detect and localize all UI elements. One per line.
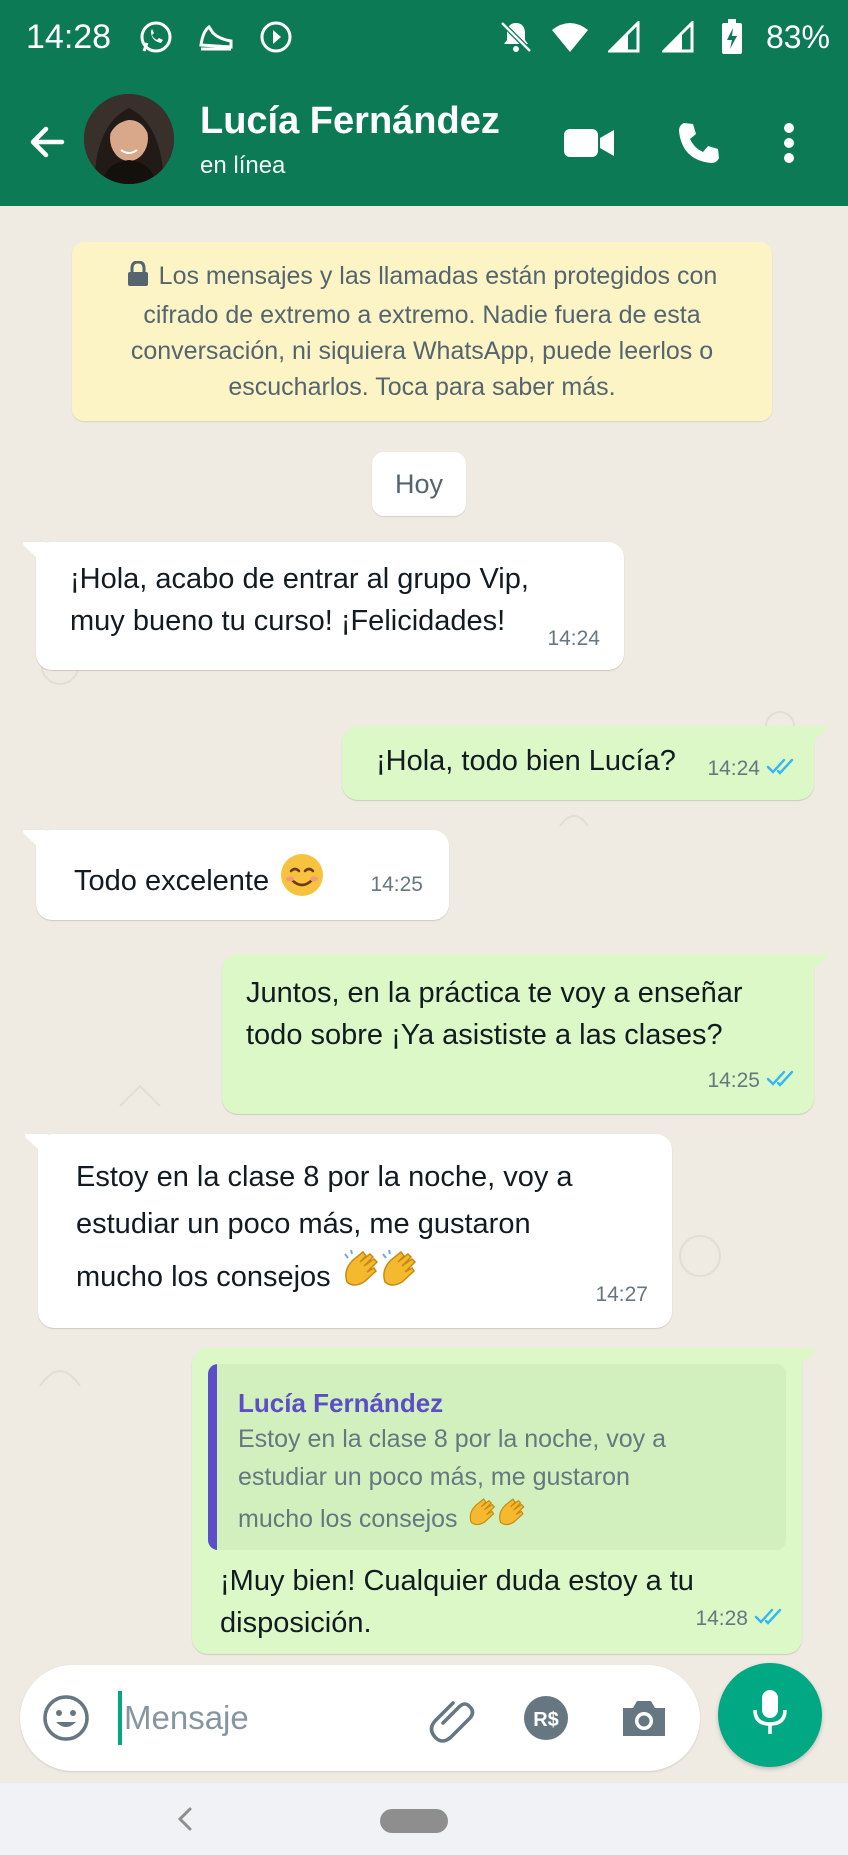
clapping-hands-emoji <box>341 1248 425 1307</box>
cast-icon <box>256 17 296 57</box>
shoe-icon <box>196 17 236 57</box>
message-bubble-incoming[interactable]: Estoy en la clase 8 por la noche, voy a … <box>25 1134 672 1328</box>
message-text: Todo excelente <box>74 865 270 897</box>
attach-icon[interactable] <box>426 1692 478 1744</box>
read-ticks-icon <box>766 1060 798 1102</box>
message-text: estudiar un poco más, me gustaron <box>76 1208 531 1240</box>
avatar[interactable] <box>84 94 174 184</box>
payment-icon[interactable]: R$ <box>520 1692 572 1744</box>
voice-message-button[interactable] <box>718 1663 822 1767</box>
bell-off-icon <box>496 17 536 57</box>
message-input[interactable] <box>124 1691 424 1745</box>
message-composer[interactable]: R$ <box>20 1665 700 1771</box>
message-text: ¡Hola, todo bien Lucía? <box>376 745 676 777</box>
clapping-hands-emoji <box>466 1496 532 1541</box>
composer-bar: R$ <box>0 1659 848 1783</box>
text-cursor <box>118 1691 122 1745</box>
message-bubble-incoming[interactable]: ¡Hola, acabo de entrar al grupo Vip, muy… <box>23 542 624 670</box>
message-text: todo sobre ¡Ya asististe a las clases? <box>246 1019 723 1051</box>
quoted-text: mucho los consejos <box>238 1504 458 1533</box>
message-text: Estoy en la clase 8 por la noche, voy a <box>76 1161 573 1193</box>
contact-name[interactable]: Lucía Fernández <box>200 100 500 143</box>
message-text: ¡Muy bien! Cualquier duda estoy a tu <box>220 1565 694 1597</box>
message-text: disposición. <box>220 1607 372 1639</box>
message-bubble-outgoing[interactable]: ¡Hola, todo bien Lucía? 14:24 <box>342 726 827 800</box>
quoted-text: Estoy en la clase 8 por la noche, voy a <box>238 1425 667 1453</box>
status-time: 14:28 <box>26 18 112 56</box>
contact-status: en línea <box>200 152 286 179</box>
message-bubble-outgoing[interactable]: Juntos, en la práctica te voy a enseñar … <box>222 954 827 1114</box>
smiling-face-emoji <box>279 852 325 910</box>
payment-label: R$ <box>533 1709 559 1731</box>
quoted-author: Lucía Fernández <box>238 1388 444 1418</box>
message-bubble-outgoing-reply[interactable]: Lucía Fernández Estoy en la clase 8 por … <box>192 1348 815 1654</box>
read-ticks-icon <box>766 748 798 790</box>
message-text: muy bueno tu curso! ¡Felicidades! <box>70 605 506 637</box>
system-nav-bar <box>0 1783 848 1855</box>
message-bubble-incoming[interactable]: Todo excelente 14:25 <box>23 830 449 920</box>
whatsapp-icon <box>136 17 176 57</box>
quoted-message[interactable]: Lucía Fernández Estoy en la clase 8 por … <box>208 1364 786 1550</box>
video-call-icon[interactable] <box>562 116 616 170</box>
emoji-icon[interactable] <box>40 1692 92 1744</box>
nav-back-icon[interactable] <box>168 1801 204 1837</box>
mic-icon <box>750 1688 790 1743</box>
more-vert-icon[interactable] <box>762 116 816 170</box>
message-time: 14:27 <box>595 1283 648 1306</box>
message-time: 14:24 <box>707 757 760 780</box>
signal-icon <box>604 17 644 57</box>
message-text: Juntos, en la práctica te voy a enseñar <box>246 977 743 1009</box>
chat-header: Lucía Fernández en línea <box>0 78 848 206</box>
message-text: ¡Hola, acabo de entrar al grupo Vip, <box>70 563 529 595</box>
signal-icon <box>658 17 698 57</box>
message-text: mucho los consejos <box>76 1261 331 1293</box>
message-list[interactable]: Los mensajes y las llamadas están proteg… <box>0 206 848 1783</box>
encryption-notice[interactable]: Los mensajes y las llamadas están proteg… <box>72 242 772 421</box>
wifi-icon <box>550 17 590 57</box>
quoted-text: estudiar un poco más, me gustaron <box>238 1463 630 1491</box>
battery-icon <box>712 17 752 57</box>
message-time: 14:25 <box>370 873 423 896</box>
date-separator: Hoy <box>372 452 466 516</box>
lock-icon <box>127 260 149 297</box>
nav-home-pill[interactable] <box>380 1809 448 1833</box>
read-ticks-icon <box>754 1598 786 1640</box>
status-bar: 14:28 83% <box>0 0 848 78</box>
phone-call-icon[interactable] <box>672 116 726 170</box>
quote-bar <box>208 1364 217 1550</box>
encryption-notice-text: Los mensajes y las llamadas están proteg… <box>130 262 718 401</box>
battery-percentage: 83% <box>765 18 830 55</box>
back-arrow-icon[interactable] <box>22 116 74 168</box>
message-time: 14:24 <box>547 627 600 650</box>
message-time: 14:28 <box>695 1607 748 1630</box>
camera-icon[interactable] <box>618 1692 670 1744</box>
message-time: 14:25 <box>707 1069 760 1092</box>
